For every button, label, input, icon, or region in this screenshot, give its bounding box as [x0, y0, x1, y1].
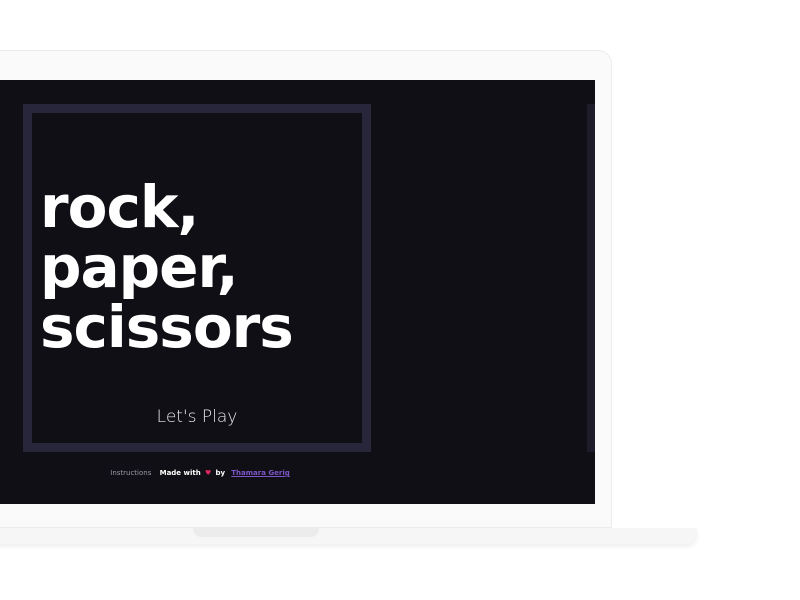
made-with-text: Made with [159, 469, 201, 477]
laptop-screen: rock, paper, scissors Let's Play Instruc… [0, 80, 595, 504]
game-title: rock, paper, scissors [40, 173, 294, 361]
side-panel-edge [587, 104, 595, 452]
title-line-scissors: scissors [40, 293, 294, 361]
laptop-notch [193, 528, 319, 537]
laptop-base [0, 528, 697, 544]
title-line-paper: paper, [40, 233, 239, 301]
title-line-rock: rock, [40, 173, 199, 241]
mockup-stage: rock, paper, scissors Let's Play Instruc… [0, 0, 800, 600]
lets-play-button[interactable]: Let's Play [137, 405, 257, 429]
footer: Instructions Made with ♥ by Thamara Geri… [0, 469, 400, 477]
author-link[interactable]: Thamara Gerig [231, 469, 289, 477]
heart-icon: ♥ [204, 469, 212, 477]
title-card: rock, paper, scissors Let's Play [23, 104, 371, 452]
by-text: by [215, 469, 226, 477]
instructions-link[interactable]: Instructions [110, 469, 151, 477]
